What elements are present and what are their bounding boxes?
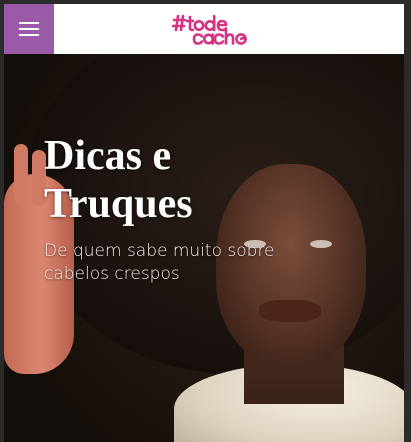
page-frame: Dicas e Truques De quem sabe muito sobre… <box>4 4 404 442</box>
hero-subtitle: De quem sabe muito sobre cabelos crespos <box>44 241 275 284</box>
hamburger-menu-icon <box>19 22 39 36</box>
hero-title: Dicas e Truques <box>44 133 193 227</box>
menu-button[interactable] <box>4 4 54 54</box>
hero-photo-mouth <box>259 300 321 322</box>
hero-photo-eye-right <box>310 240 332 248</box>
top-navbar <box>4 4 404 54</box>
todecacho-logo[interactable] <box>172 12 252 48</box>
hero-banner: Dicas e Truques De quem sabe muito sobre… <box>4 54 404 442</box>
hero-photo-finger <box>14 144 28 204</box>
